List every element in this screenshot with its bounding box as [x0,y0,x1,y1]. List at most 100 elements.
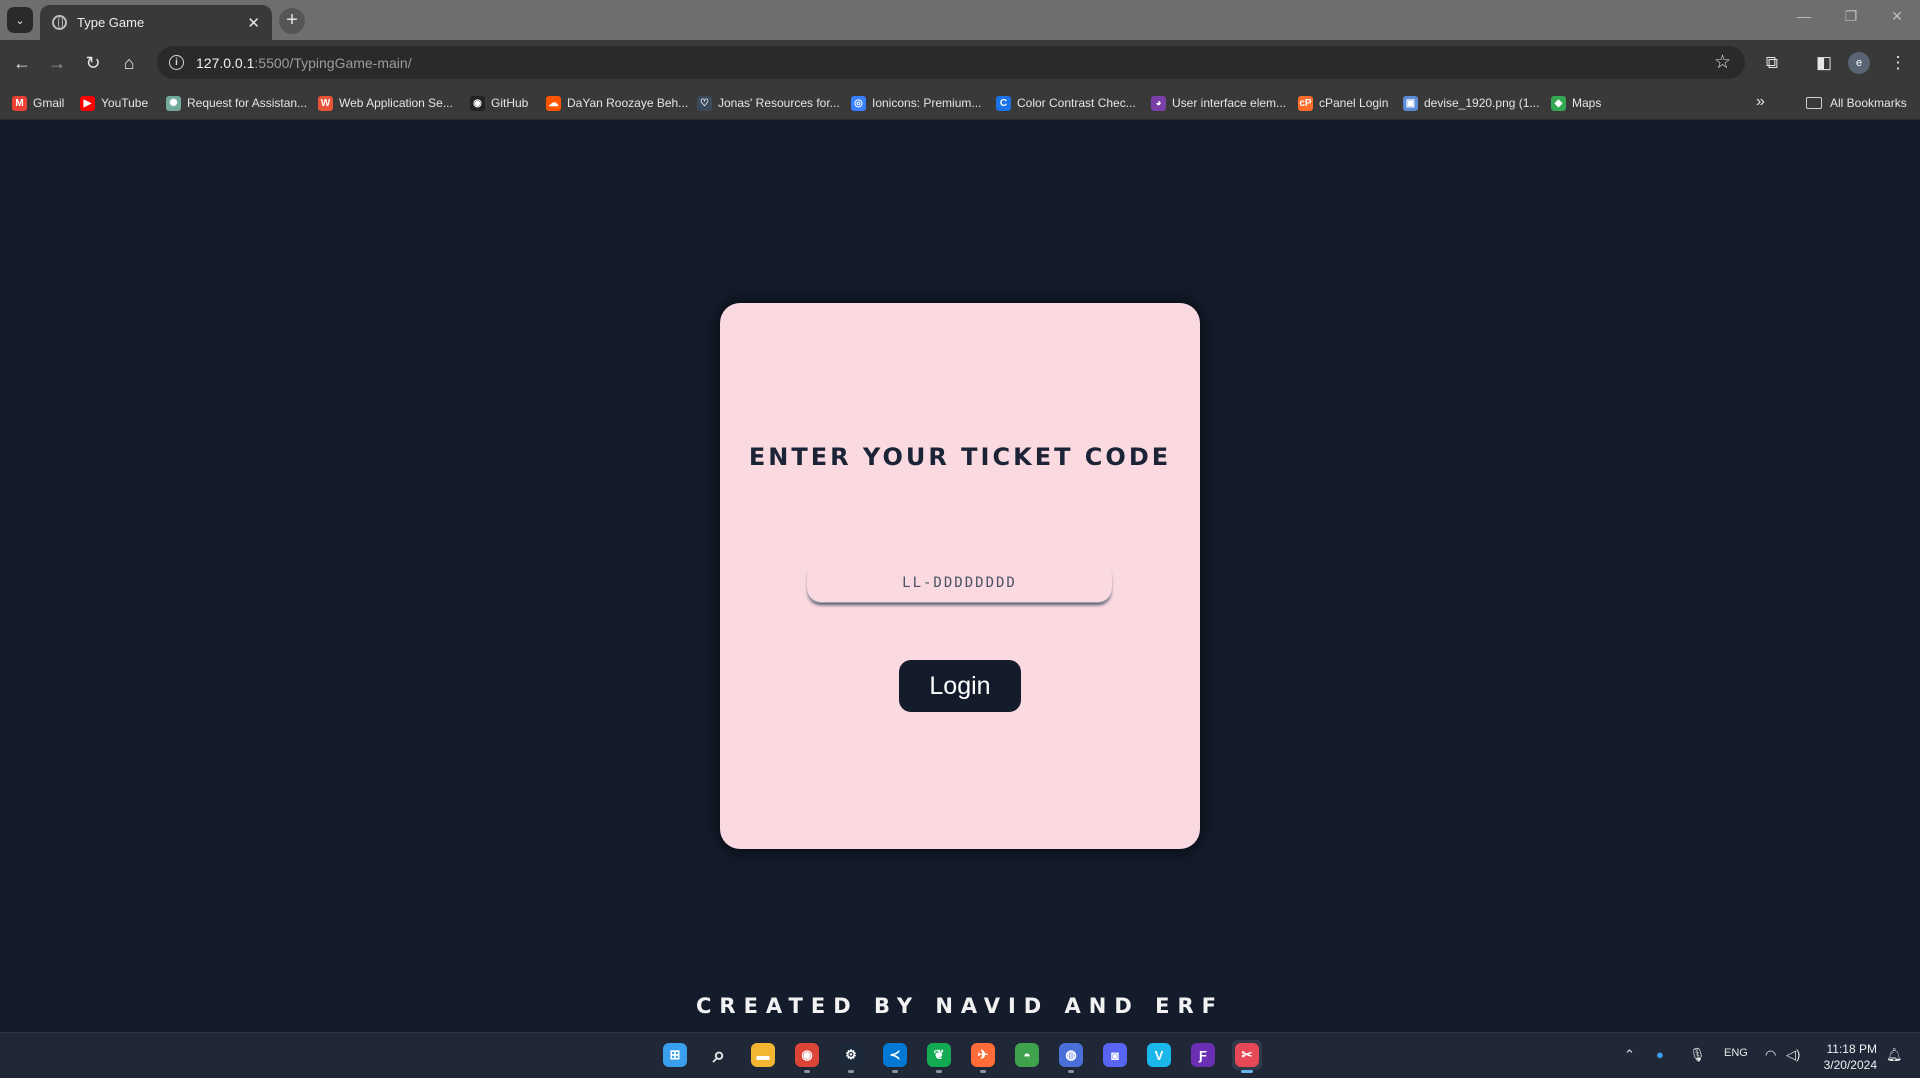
github-icon: ◉ [470,95,485,111]
bookmark-label: Jonas' Resources for... [718,96,840,110]
app-icon: W [318,95,333,111]
running-indicator [804,1070,810,1073]
restore-icon[interactable]: ❐ [1836,8,1866,25]
bookmark-item[interactable]: W Web Application Se... [318,92,453,114]
contrast-icon: C [996,95,1011,111]
address-bar[interactable]: i 127.0.0.1:5500/TypingGame-main/ ☆ [157,46,1745,79]
onedrive-icon[interactable]: ● [1656,1047,1664,1062]
soundcloud-icon: ☁ [546,95,561,111]
taskbar-app-steam[interactable]: ⚙ [836,1040,866,1073]
bookmark-label: Color Contrast Chec... [1017,96,1136,110]
postman-icon: ✈ [971,1043,995,1067]
tray-overflow-icon[interactable]: ⌃ [1624,1047,1635,1063]
page-title: ENTER YOUR TICKET CODE [748,443,1172,471]
ticket-code-input[interactable] [807,563,1112,603]
taskbar-app-discord[interactable]: ◙ [1100,1040,1130,1070]
browser-titlebar: ⌄ Type Game ✕ + — ❐ ✕ [0,0,1920,40]
microphone-icon[interactable]: 🎙︎ [1689,1047,1706,1063]
bookmark-item[interactable]: ▣ devise_1920.png (1... [1403,92,1539,114]
menu-kebab-icon[interactable]: ⋮ [1884,49,1912,77]
forward-arrow-icon[interactable]: → [42,48,72,78]
taskbar-app-postman[interactable]: ✈ [968,1040,998,1073]
footer-credit: CREATED BY NAVID AND ERF [696,994,1224,1018]
site-info-icon[interactable]: i [169,55,184,70]
tab-search-button[interactable]: ⌄ [7,7,33,33]
bookmark-item[interactable]: ▶ YouTube [80,92,148,114]
discord-icon: ◙ [1103,1043,1127,1067]
folder-icon [1806,97,1822,109]
bookmark-item[interactable]: ◎ Ionicons: Premium... [851,92,981,114]
more-bookmarks-icon[interactable]: » [1756,93,1765,111]
taskbar-app-windows-start[interactable]: ⊞ [660,1040,690,1070]
bookmark-item[interactable]: ◆ Maps [1551,92,1601,114]
search-icon: ⌕ [712,1042,726,1067]
taskbar-app-figma-app[interactable]: Ƒ [1188,1040,1218,1070]
bookmark-star-icon[interactable]: ☆ [1714,51,1731,74]
os-taskbar: ⌃ ● 🎙︎ ENG ◠ ◁) 11:18 PM 3/20/2024 🔔︎ ⊞ ⌕… [0,1032,1920,1078]
reload-icon[interactable]: ↻ [78,48,108,78]
bookmarks-bar: » All Bookmarks M Gmail ▶ YouTube ✺ Request f… [0,85,1920,120]
bookmark-label: Request for Assistan... [187,96,308,110]
notification-bell-icon[interactable]: 🔔︎ [1886,1047,1903,1063]
minimize-icon[interactable]: — [1789,8,1819,24]
profile-avatar[interactable]: e [1848,52,1870,74]
bookmark-item[interactable]: ◉ GitHub [470,92,528,114]
page-viewport: ENTER YOUR TICKET CODE Login CREATED BY … [0,120,1920,1032]
globe-icon [52,15,67,30]
maps-icon: ◆ [1551,95,1566,111]
close-tab-icon[interactable]: ✕ [247,14,260,32]
all-bookmarks-button[interactable]: All Bookmarks [1806,92,1907,114]
youtube-icon: ▶ [80,95,95,111]
taskbar-app-mongodb-compass[interactable]: ❦ [924,1040,954,1073]
login-button[interactable]: Login [899,660,1021,712]
bookmark-item[interactable]: ♡ Jonas' Resources for... [697,92,840,114]
bookmark-label: Maps [1572,96,1602,110]
cpanel-icon: cP [1298,95,1313,111]
bookmark-item[interactable]: cP cPanel Login [1298,92,1388,114]
running-indicator [1241,1070,1253,1073]
bookmark-item[interactable]: ✺ Request for Assistan... [166,92,307,114]
bookmark-item[interactable]: ◕ User interface elem... [1151,92,1286,114]
bookmark-label: Gmail [33,96,65,110]
login-card: ENTER YOUR TICKET CODE Login [720,303,1200,849]
bookmark-item[interactable]: ☁ DaYan Roozaye Beh... [546,92,688,114]
running-indicator [848,1070,854,1073]
volume-icon[interactable]: ◁) [1786,1047,1800,1063]
taskbar-app-chrome[interactable]: ◉ [792,1040,822,1073]
bookmark-item[interactable]: M Gmail [12,92,64,114]
bookmark-label: devise_1920.png (1... [1424,96,1540,110]
taskbar-app-vscode[interactable]: ≺ [880,1040,910,1073]
side-panel-icon[interactable]: ◧ [1810,49,1838,77]
bookmark-label: GitHub [491,96,529,110]
taskbar-app-search[interactable]: ⌕ [704,1040,734,1070]
chrome-icon: ◉ [795,1043,819,1067]
steam-icon: ⚙ [839,1043,863,1067]
taskbar-app-photos[interactable]: ◓ [1012,1040,1042,1070]
snipping-tool-icon: ✂ [1235,1043,1259,1067]
taskbar-app-vimeo[interactable]: V [1144,1040,1174,1070]
copilot-icon: ◍ [1059,1043,1083,1067]
taskbar-app-copilot[interactable]: ◍ [1056,1040,1086,1073]
windows-start-icon: ⊞ [663,1043,687,1067]
file-explorer-icon: ▬ [751,1043,775,1067]
ionicons-icon: ◎ [851,95,866,111]
back-arrow-icon[interactable]: ← [7,48,37,78]
bookmark-label: Ionicons: Premium... [872,96,982,110]
running-indicator [1068,1070,1074,1073]
language-indicator[interactable]: ENG [1724,1047,1748,1059]
new-tab-button[interactable]: + [279,8,305,34]
browser-tab-active[interactable]: Type Game ✕ [40,5,272,40]
bookmark-item[interactable]: C Color Contrast Chec... [996,92,1136,114]
wifi-icon[interactable]: ◠ [1765,1047,1776,1063]
taskbar-app-file-explorer[interactable]: ▬ [748,1040,778,1070]
running-indicator [892,1070,898,1073]
bookmark-label: DaYan Roozaye Beh... [567,96,689,110]
bookmark-label: Web Application Se... [339,96,453,110]
extensions-icon[interactable]: ⧉ [1758,49,1786,77]
home-icon[interactable]: ⌂ [114,48,144,78]
url-host: 127.0.0.1 [196,54,255,71]
system-clock[interactable]: 11:18 PM 3/20/2024 [1815,1041,1877,1073]
close-window-icon[interactable]: ✕ [1882,8,1912,25]
taskbar-app-snipping-tool[interactable]: ✂ [1232,1040,1262,1073]
heart-icon: ♡ [697,95,712,111]
